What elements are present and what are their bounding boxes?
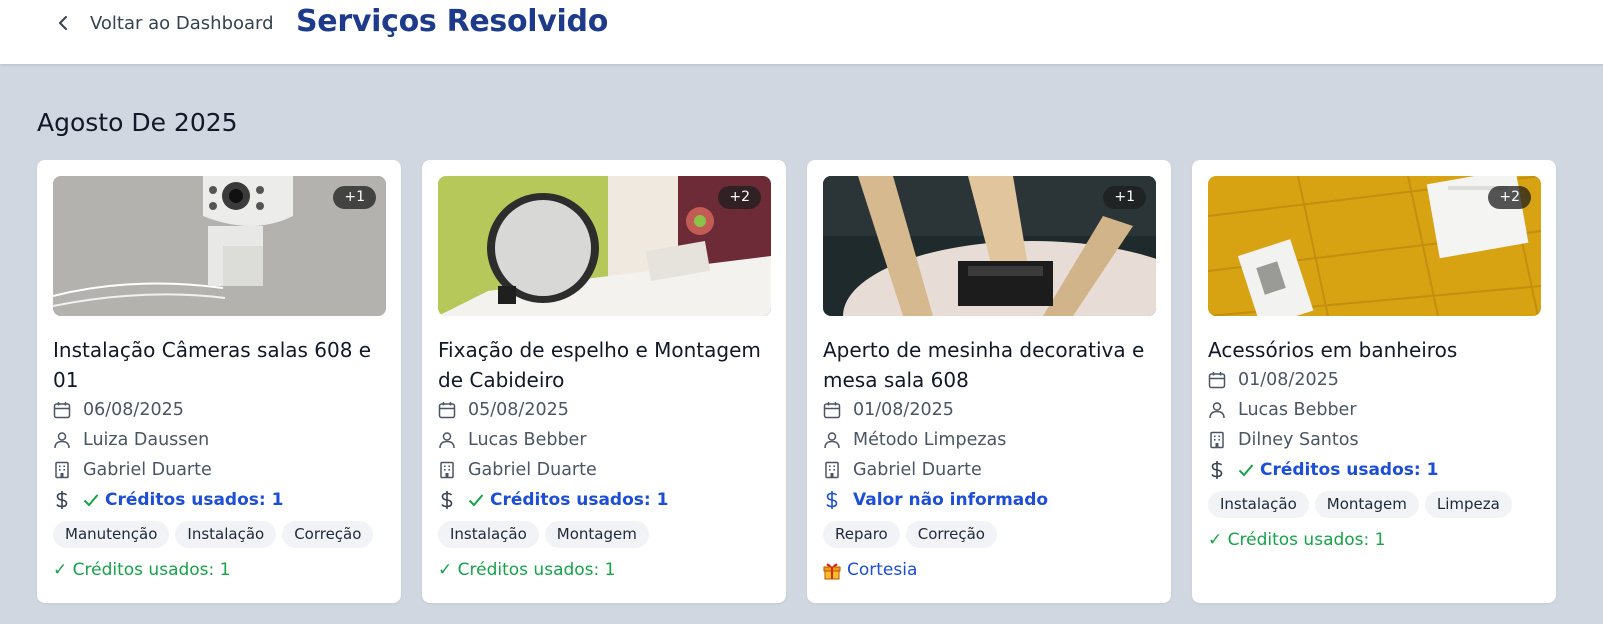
tag: Correção <box>905 521 997 548</box>
photo-count-badge: +1 <box>1103 186 1146 209</box>
service-title: Fixação de espelho e Montagem de Cabidei… <box>438 338 761 392</box>
service-card[interactable]: +1 Instalação Câmeras salas 608 e 01 06/… <box>37 160 401 603</box>
user-icon <box>823 431 853 449</box>
tag: Instalação <box>1208 491 1309 518</box>
service-value: Créditos usados: 1 <box>438 485 770 515</box>
courtesy-footer: Cortesia <box>823 560 1155 580</box>
tag: Reparo <box>823 521 900 548</box>
service-card[interactable]: +2 Fixação de espelho e Montagem de Cabi… <box>422 160 786 603</box>
service-date: 01/08/2025 <box>1208 365 1540 395</box>
service-title: Instalação Câmeras salas 608 e 01 <box>53 338 372 392</box>
credits-footer: ✓ Créditos usados: 1 <box>53 560 231 580</box>
credits-footer: ✓ Créditos usados: 1 <box>1208 530 1386 550</box>
service-title: Aperto de mesinha decorativa e mesa sala… <box>823 338 1145 392</box>
service-date: 06/08/2025 <box>53 395 385 425</box>
service-person: Lucas Bebber <box>438 425 770 455</box>
photo-count-badge: +1 <box>333 186 376 209</box>
service-person: Luiza Daussen <box>53 425 385 455</box>
check-icon <box>83 493 99 507</box>
tag: Instalação <box>175 521 277 548</box>
service-photo[interactable]: +1 <box>823 176 1156 316</box>
service-date: 01/08/2025 <box>823 395 1155 425</box>
service-photo[interactable]: +2 <box>1208 176 1541 316</box>
tag: Montagem <box>1314 491 1419 518</box>
user-icon <box>1208 401 1238 419</box>
dollar-icon <box>823 490 853 510</box>
user-icon <box>438 431 468 449</box>
top-bar: Voltar ao Dashboard Serviços Resolvido <box>0 0 1603 64</box>
service-company: Dilney Santos <box>1208 425 1540 455</box>
tag-list: Manutenção Instalação Correção <box>53 521 385 548</box>
building-icon <box>53 461 83 479</box>
service-card[interactable]: +1 Aperto de mesinha decorativa e mesa s… <box>807 160 1171 603</box>
building-icon <box>823 461 853 479</box>
calendar-icon <box>1208 371 1238 389</box>
calendar-icon <box>823 401 853 419</box>
dollar-icon <box>53 490 83 510</box>
tag-list: Reparo Correção <box>823 521 1155 548</box>
calendar-icon <box>53 401 83 419</box>
back-label: Voltar ao Dashboard <box>90 12 274 34</box>
photo-count-badge: +2 <box>718 186 761 209</box>
user-icon <box>53 431 83 449</box>
service-person: Lucas Bebber <box>1208 395 1540 425</box>
month-heading: Agosto De 2025 <box>37 108 238 137</box>
service-photo[interactable]: +2 <box>438 176 771 316</box>
service-person: Método Limpezas <box>823 425 1155 455</box>
tag: Limpeza <box>1424 491 1512 518</box>
service-company: Gabriel Duarte <box>53 455 385 485</box>
dollar-icon <box>1208 460 1238 480</box>
tag-list: Instalação Montagem Limpeza <box>1208 491 1540 518</box>
tag: Correção <box>282 521 374 548</box>
service-value: Créditos usados: 1 <box>53 485 385 515</box>
service-date: 05/08/2025 <box>438 395 770 425</box>
gift-icon <box>823 561 841 580</box>
tag: Manutenção <box>53 521 170 548</box>
dollar-icon <box>438 490 468 510</box>
service-value: Valor não informado <box>823 485 1155 515</box>
tag: Montagem <box>544 521 649 548</box>
back-to-dashboard-link[interactable]: Voltar ao Dashboard <box>52 10 274 36</box>
page-title: Serviços Resolvido <box>296 4 609 39</box>
chevron-left-icon <box>52 12 74 34</box>
building-icon <box>438 461 468 479</box>
photo-count-badge: +2 <box>1488 186 1531 209</box>
service-value: Créditos usados: 1 <box>1208 455 1540 485</box>
check-icon <box>1238 463 1254 477</box>
service-company: Gabriel Duarte <box>823 455 1155 485</box>
service-company: Gabriel Duarte <box>438 455 770 485</box>
service-title: Acessórios em banheiros <box>1208 338 1458 362</box>
building-icon <box>1208 431 1238 449</box>
service-grid: +1 Instalação Câmeras salas 608 e 01 06/… <box>37 160 1556 603</box>
service-photo[interactable]: +1 <box>53 176 386 316</box>
tag: Instalação <box>438 521 539 548</box>
check-icon <box>468 493 484 507</box>
calendar-icon <box>438 401 468 419</box>
tag-list: Instalação Montagem <box>438 521 770 548</box>
service-card[interactable]: +2 Acessórios em banheiros 01/08/2025 Lu… <box>1192 160 1556 603</box>
credits-footer: ✓ Créditos usados: 1 <box>438 560 616 580</box>
